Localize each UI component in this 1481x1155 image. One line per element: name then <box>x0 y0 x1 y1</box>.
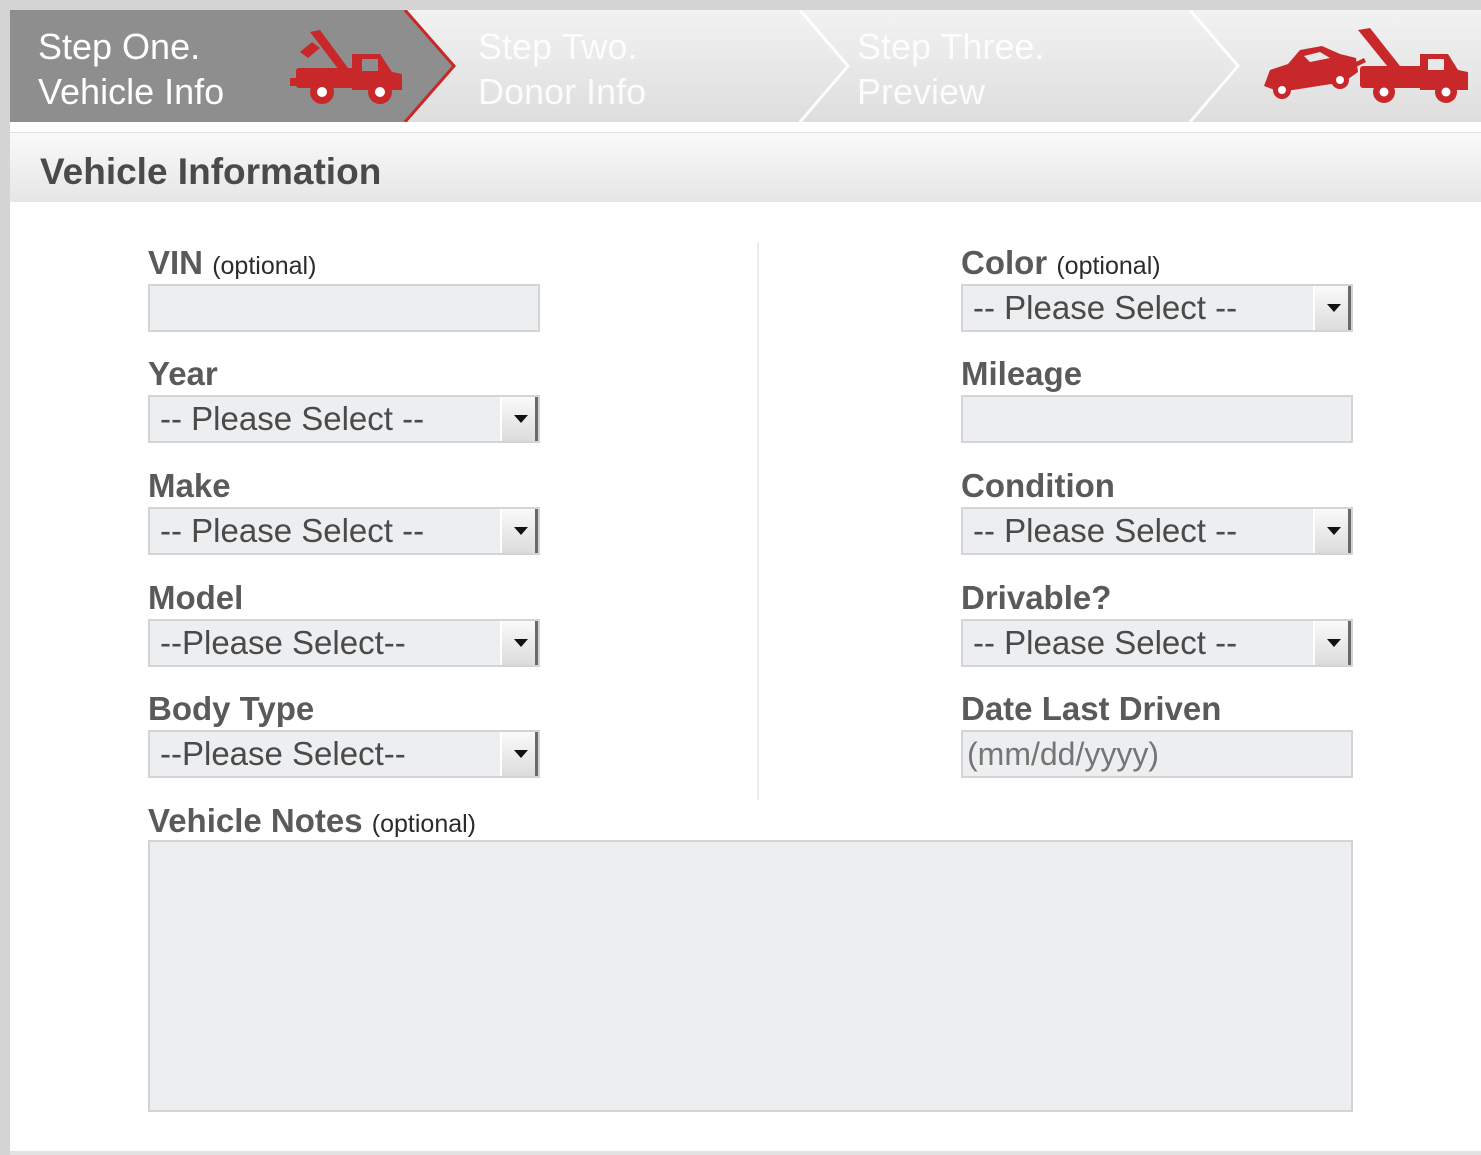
condition-select[interactable]: -- Please Select -- <box>961 507 1353 555</box>
body-type-selected-value: --Please Select-- <box>160 735 406 772</box>
condition-selected-value: -- Please Select -- <box>973 512 1238 549</box>
step-two-name: Donor Info <box>478 71 647 112</box>
body-type-select[interactable]: --Please Select-- <box>148 730 540 778</box>
mileage-input[interactable] <box>961 395 1353 443</box>
chevron-down-icon[interactable] <box>500 397 538 441</box>
make-label: Make <box>148 467 231 504</box>
step-one-name: Vehicle Info <box>38 71 225 112</box>
mileage-label: Mileage <box>961 355 1083 392</box>
vin-label: VIN (optional) <box>148 244 317 281</box>
model-selected-value: --Please Select-- <box>160 624 406 661</box>
color-selected-value: -- Please Select -- <box>973 289 1238 326</box>
steps-bar: Step One. Vehicle Info Step Two. Donor I… <box>10 10 1481 122</box>
chevron-down-icon[interactable] <box>500 621 538 665</box>
make-select[interactable]: -- Please Select -- <box>148 507 540 555</box>
body-type-field: Body Type --Please Select-- <box>148 688 540 778</box>
step-two-number: Step Two. <box>478 26 638 67</box>
model-field: Model --Please Select-- <box>148 577 540 667</box>
model-label: Model <box>148 579 244 616</box>
body-type-label: Body Type <box>148 690 315 727</box>
color-optional-note: (optional) <box>1056 252 1161 280</box>
drivable-select[interactable]: -- Please Select -- <box>961 619 1353 667</box>
chevron-down-icon[interactable] <box>500 732 538 776</box>
step-three[interactable]: Step Three. Preview <box>857 24 1044 114</box>
color-label: Color (optional) <box>961 244 1161 281</box>
column-divider <box>757 242 759 800</box>
date-last-driven-field: Date Last Driven <box>961 688 1353 778</box>
make-selected-value: -- Please Select -- <box>160 512 425 549</box>
vehicle-notes-label: Vehicle Notes (optional) <box>148 802 477 839</box>
make-field: Make -- Please Select -- <box>148 465 540 555</box>
color-field: Color (optional) -- Please Select -- <box>961 242 1353 332</box>
step-one[interactable]: Step One. Vehicle Info <box>38 24 224 114</box>
condition-field: Condition -- Please Select -- <box>961 465 1353 555</box>
vin-field: VIN (optional) <box>148 242 540 332</box>
step-three-number: Step Three. <box>857 26 1045 67</box>
section-title: Vehicle Information <box>40 151 382 192</box>
mileage-field: Mileage <box>961 353 1353 443</box>
tow-truck-towing-car-icon <box>1260 28 1470 111</box>
vehicle-notes-textarea[interactable] <box>148 840 1353 1112</box>
vehicle-notes-field: Vehicle Notes (optional) <box>148 800 748 842</box>
date-last-driven-label: Date Last Driven <box>961 690 1222 727</box>
vehicle-notes-optional-note: (optional) <box>371 810 477 838</box>
drivable-selected-value: -- Please Select -- <box>973 624 1238 661</box>
condition-label: Condition <box>961 467 1115 504</box>
tow-truck-icon <box>290 28 405 111</box>
year-select[interactable]: -- Please Select -- <box>148 395 540 443</box>
step-one-number: Step One. <box>38 26 201 67</box>
chevron-down-icon[interactable] <box>500 509 538 553</box>
chevron-down-icon[interactable] <box>1313 621 1351 665</box>
frame-bottom-border <box>10 1151 1481 1155</box>
year-field: Year -- Please Select -- <box>148 353 540 443</box>
section-header: Vehicle Information <box>10 132 1481 202</box>
date-last-driven-input[interactable] <box>961 730 1353 778</box>
model-select[interactable]: --Please Select-- <box>148 619 540 667</box>
vin-input[interactable] <box>148 284 540 332</box>
drivable-label: Drivable? <box>961 579 1112 616</box>
step-two[interactable]: Step Two. Donor Info <box>478 24 646 114</box>
year-label: Year <box>148 355 218 392</box>
chevron-down-icon[interactable] <box>1313 286 1351 330</box>
vin-optional-note: (optional) <box>212 252 317 280</box>
step-three-name: Preview <box>857 71 986 112</box>
drivable-field: Drivable? -- Please Select -- <box>961 577 1353 667</box>
year-selected-value: -- Please Select -- <box>160 400 425 437</box>
chevron-down-icon[interactable] <box>1313 509 1351 553</box>
color-select[interactable]: -- Please Select -- <box>961 284 1353 332</box>
donation-form-frame: Step One. Vehicle Info Step Two. Donor I… <box>10 10 1481 1155</box>
